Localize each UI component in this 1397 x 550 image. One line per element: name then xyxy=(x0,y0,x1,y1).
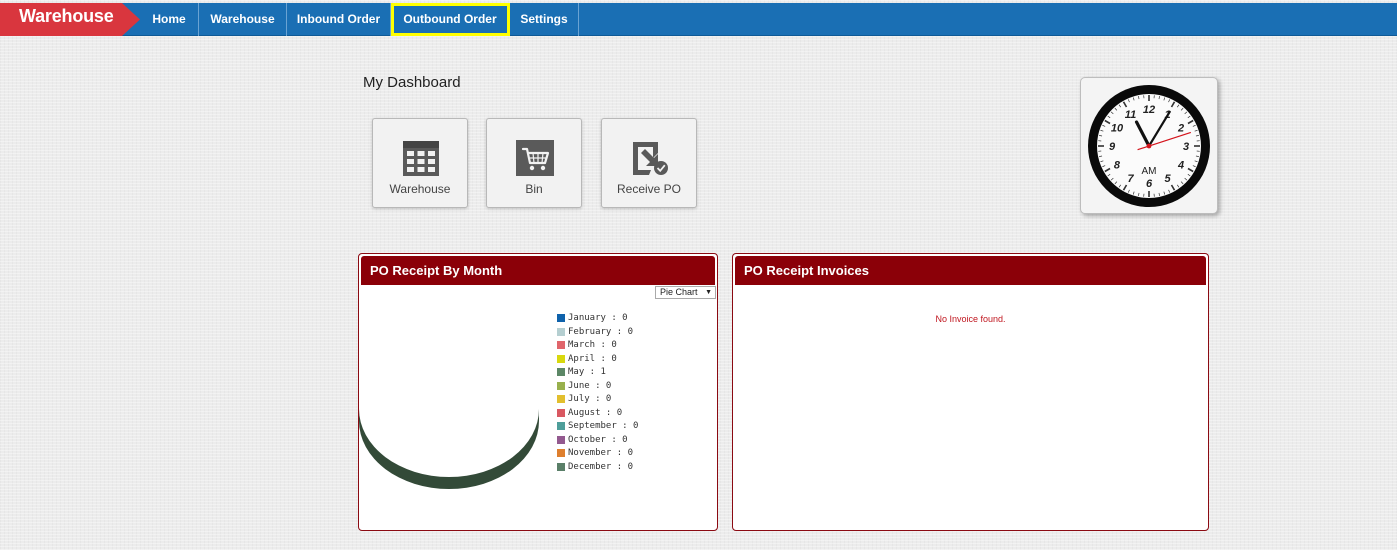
table-grid-icon xyxy=(403,141,439,176)
nav-inbound-order[interactable]: Inbound Order xyxy=(287,3,391,36)
clock-numeral: 11 xyxy=(1125,109,1136,121)
nav-home[interactable]: Home xyxy=(140,3,199,36)
clock-numeral: 3 xyxy=(1183,141,1189,153)
nav-warehouse[interactable]: Warehouse xyxy=(199,3,287,36)
legend-label: December : 0 xyxy=(568,461,634,472)
legend-item: December : 0 xyxy=(557,461,638,475)
legend-label: May : 1 xyxy=(568,367,606,377)
legend-swatch xyxy=(557,449,565,457)
clock-meridiem: AM xyxy=(1142,166,1157,177)
empty-state-message: No Invoice found. xyxy=(935,314,1006,324)
clock-numeral: 12 xyxy=(1143,104,1155,116)
pie-slice-side-may xyxy=(359,409,539,489)
legend-item: November : 0 xyxy=(557,447,638,461)
analog-clock: 121234567891011 AM xyxy=(1088,85,1210,207)
legend-label: June : 0 xyxy=(568,380,612,391)
chart-legend: January : 0 February : 0 March : 0 April : … xyxy=(557,312,638,474)
receive-po-tile-button[interactable]: Receive PO xyxy=(601,118,697,208)
page-title: My Dashboard xyxy=(363,74,461,91)
legend-item: April : 0 xyxy=(557,353,638,367)
po-receipt-invoices-panel: PO Receipt Invoices No Invoice found. xyxy=(732,253,1209,531)
receive-check-icon xyxy=(633,142,668,175)
legend-swatch xyxy=(557,314,565,322)
bin-tile-button[interactable]: Bin xyxy=(486,118,582,208)
analog-clock-widget: 121234567891011 AM xyxy=(1080,77,1218,214)
clock-numeral: 8 xyxy=(1114,160,1121,172)
legend-label: January : 0 xyxy=(568,313,628,323)
legend-item: May : 1 xyxy=(557,366,638,380)
chevron-down-icon: ▼ xyxy=(705,289,712,296)
clock-numeral: 9 xyxy=(1109,141,1116,153)
legend-swatch xyxy=(557,422,565,430)
po-receipt-panel-title: PO Receipt By Month xyxy=(361,256,715,285)
invoice-panel-title: PO Receipt Invoices xyxy=(735,256,1206,285)
clock-numeral: 5 xyxy=(1164,173,1171,185)
legend-item: June : 0 xyxy=(557,380,638,394)
chart-type-select-value: Pie Chart xyxy=(660,287,698,297)
po-receipt-by-month-panel: PO Receipt By Month Pie Chart ▼ January … xyxy=(358,253,718,531)
legend-item: September : 0 xyxy=(557,420,638,434)
chart-type-select[interactable]: Pie Chart ▼ xyxy=(655,286,716,299)
legend-swatch xyxy=(557,408,565,417)
legend-item: March : 0 xyxy=(557,339,638,353)
legend-swatch xyxy=(557,395,565,403)
legend-label: August : 0 xyxy=(568,407,623,418)
legend-swatch xyxy=(557,462,565,471)
legend-label: April : 0 xyxy=(568,353,617,364)
clock-numeral: 6 xyxy=(1146,178,1153,190)
legend-swatch xyxy=(557,368,565,376)
legend-item: October : 0 xyxy=(557,434,638,448)
legend-swatch xyxy=(557,435,565,444)
clock-center-pin xyxy=(1146,143,1152,149)
top-nav-bar: Warehouse Home Warehouse Inbound Order O… xyxy=(0,3,1397,36)
legend-label: March : 0 xyxy=(568,340,617,350)
legend-swatch xyxy=(557,354,565,363)
clock-numeral: 2 xyxy=(1177,123,1184,135)
warehouse-tile-button[interactable]: Warehouse xyxy=(372,118,468,208)
legend-swatch xyxy=(557,327,565,336)
clock-numeral: 7 xyxy=(1127,173,1134,185)
brand-logo[interactable]: Warehouse xyxy=(0,3,140,36)
legend-swatch xyxy=(557,381,565,390)
legend-item: January : 0 xyxy=(557,312,638,326)
warehouse-tile-label: Warehouse xyxy=(389,182,451,196)
clock-numeral: 10 xyxy=(1111,123,1124,135)
bin-tile-label: Bin xyxy=(525,182,543,196)
legend-label: September : 0 xyxy=(568,421,639,431)
legend-label: July : 0 xyxy=(568,394,612,404)
legend-item: August : 0 xyxy=(557,407,638,421)
shopping-cart-icon xyxy=(516,140,554,176)
pie-chart xyxy=(359,409,539,489)
nav-outbound-order[interactable]: Outbound Order xyxy=(391,3,510,36)
legend-label: October : 0 xyxy=(568,434,628,445)
legend-label: February : 0 xyxy=(568,326,634,337)
legend-item: February : 0 xyxy=(557,326,638,340)
legend-label: November : 0 xyxy=(568,448,634,458)
main-nav: Home Warehouse Inbound Order Outbound Or… xyxy=(140,3,579,36)
clock-numeral: 4 xyxy=(1177,160,1184,172)
receive-po-tile-label: Receive PO xyxy=(616,182,682,196)
brand-title: Warehouse xyxy=(19,6,114,26)
nav-settings[interactable]: Settings xyxy=(510,3,579,36)
legend-swatch xyxy=(557,341,565,349)
legend-item: July : 0 xyxy=(557,393,638,407)
